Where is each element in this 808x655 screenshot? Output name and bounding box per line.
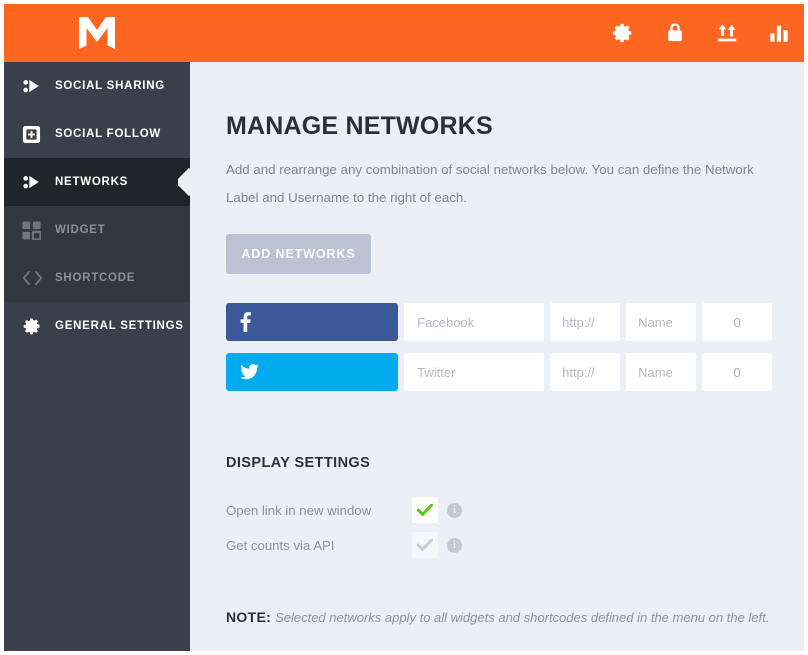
- display-setting-get-counts-via-api: Get counts via API i: [226, 532, 462, 558]
- checkbox-get-counts-via-api[interactable]: [412, 532, 438, 558]
- lock-icon[interactable]: [664, 22, 686, 44]
- network-label-input-twitter[interactable]: [404, 353, 545, 391]
- top-header: [4, 4, 804, 62]
- code-brackets-icon: [22, 267, 46, 289]
- active-indicator-notch: [178, 168, 190, 196]
- network-count-twitter: 0: [702, 353, 772, 391]
- gear-icon: [22, 315, 46, 337]
- display-settings-title: DISPLAY SETTINGS: [226, 455, 371, 471]
- note-text: NOTE: Selected networks apply to all widg…: [226, 609, 786, 625]
- sidebar-item-shortcode[interactable]: SHORTCODE: [4, 254, 190, 302]
- page-description: Add and rearrange any combination of soc…: [226, 162, 754, 205]
- networks-list: 0 0: [226, 303, 772, 403]
- facebook-icon: [240, 312, 251, 332]
- network-count-facebook: 0: [702, 303, 772, 341]
- add-networks-button[interactable]: ADD NETWORKS: [226, 234, 371, 274]
- sidebar-item-label: SOCIAL FOLLOW: [55, 128, 162, 140]
- info-icon[interactable]: i: [447, 502, 462, 518]
- network-url-input-twitter[interactable]: [550, 353, 621, 391]
- header-action-icons: [612, 4, 790, 62]
- network-tile-facebook[interactable]: [226, 303, 399, 341]
- page-title: MANAGE NETWORKS: [226, 112, 493, 140]
- display-setting-label: Get counts via API: [226, 537, 335, 553]
- sidebar-item-social-follow[interactable]: SOCIAL FOLLOW: [4, 110, 190, 158]
- grid-icon: [22, 219, 46, 241]
- logo-m-icon: [79, 17, 115, 49]
- network-row-facebook: 0: [226, 303, 772, 341]
- sidebar-item-label: NETWORKS: [55, 176, 129, 188]
- display-setting-label: Open link in new window: [226, 502, 372, 518]
- note-body: Selected networks apply to all widgets a…: [275, 610, 770, 625]
- main-content: MANAGE NETWORKS Add and rearrange any co…: [190, 62, 804, 651]
- admin-page: SOCIAL SHARING SOCIAL FOLLOW NETWORKS WI…: [4, 4, 804, 651]
- app-logo[interactable]: [4, 4, 190, 62]
- sidebar-item-widget[interactable]: WIDGET: [4, 206, 190, 254]
- network-username-input-twitter[interactable]: [626, 353, 697, 391]
- sidebar-item-label: SOCIAL SHARING: [55, 80, 165, 92]
- network-username-input-facebook[interactable]: [626, 303, 697, 341]
- sidebar-item-label: GENERAL SETTINGS: [55, 320, 184, 332]
- sidebar-item-label: SHORTCODE: [55, 272, 136, 284]
- share-node-icon: [22, 171, 46, 193]
- checkbox-open-link-new-window[interactable]: [412, 497, 438, 523]
- network-tile-twitter[interactable]: [226, 353, 399, 391]
- plus-square-icon: [22, 123, 46, 145]
- stats-icon[interactable]: [768, 22, 790, 44]
- info-icon[interactable]: i: [447, 537, 462, 553]
- sidebar-item-networks[interactable]: NETWORKS: [4, 158, 190, 206]
- twitter-icon: [240, 364, 259, 380]
- check-icon: [417, 538, 433, 552]
- check-icon: [417, 503, 433, 517]
- sidebar-item-label: WIDGET: [55, 224, 106, 236]
- sidebar-item-general-settings[interactable]: GENERAL SETTINGS: [4, 302, 190, 350]
- network-url-input-facebook[interactable]: [550, 303, 621, 341]
- display-setting-open-link-new-window: Open link in new window i: [226, 497, 462, 523]
- network-row-twitter: 0: [226, 353, 772, 391]
- sidebar-nav: SOCIAL SHARING SOCIAL FOLLOW NETWORKS WI…: [4, 62, 190, 651]
- share-node-icon: [22, 75, 46, 97]
- sidebar-item-social-sharing[interactable]: SOCIAL SHARING: [4, 62, 190, 110]
- gear-icon[interactable]: [612, 22, 634, 44]
- network-label-input-facebook[interactable]: [404, 303, 545, 341]
- import-export-icon[interactable]: [716, 22, 738, 44]
- note-prefix: NOTE:: [226, 609, 272, 625]
